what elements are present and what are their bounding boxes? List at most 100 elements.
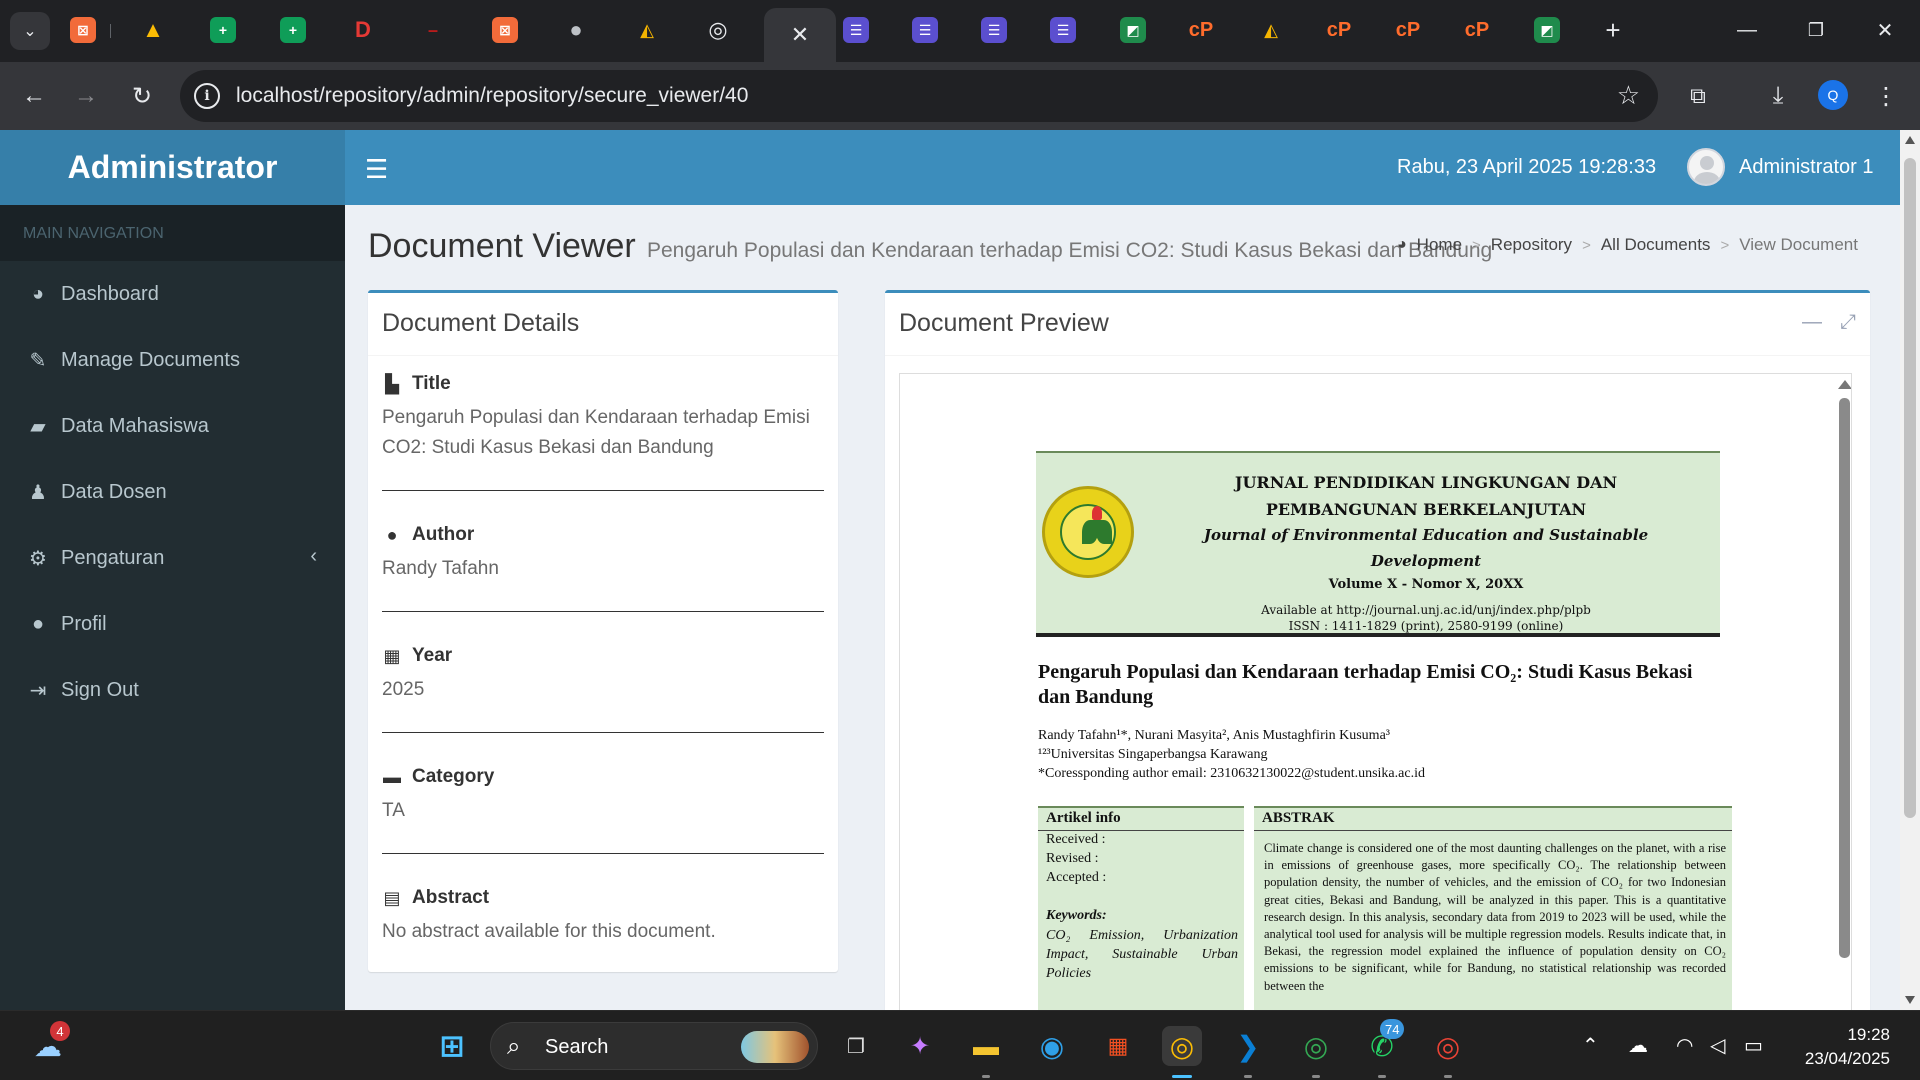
new-tab-plus-icon[interactable]: + [1600,15,1626,45]
sidebar-item-manage-documents[interactable]: ✎ Manage Documents [0,327,345,393]
divider [382,611,824,612]
site-info-icon[interactable]: i [194,83,220,109]
file-explorer-icon[interactable]: ▬ [966,1026,1006,1066]
microsoft-store-icon[interactable]: ▦ [1098,1026,1138,1066]
tab-favicon-line[interactable]: – [420,17,446,43]
cloud-sync-icon[interactable]: ☁ [1628,1033,1648,1058]
download-icon[interactable]: ⤓ [1760,78,1796,114]
sidebar-item-sign-out[interactable]: ⇥ Sign Out [0,657,345,723]
journal-logo [1042,486,1134,578]
sidebar-item-pengaturan[interactable]: ⚙ Pengaturan ‹ [0,525,345,591]
tab-favicon-globe[interactable]: ● [563,17,589,43]
user-menu-name[interactable]: Administrator 1 [1739,156,1874,179]
copilot-icon[interactable]: ✦ [900,1026,940,1066]
forward-arrow-icon[interactable]: → [68,78,104,114]
windows-start-icon[interactable]: ⊞ [432,1026,472,1066]
sidebar-item-dashboard[interactable]: ◕ Dashboard [0,261,345,327]
tab-divider [110,24,111,38]
wifi-icon[interactable]: ◠ [1676,1033,1693,1058]
divider [1254,830,1732,831]
close-window-icon[interactable]: ✕ [1862,12,1908,48]
received-label: Received : [1046,832,1106,847]
detail-value: No abstract available for this document. [382,921,716,942]
sidebar-item-profil[interactable]: ● Profil [0,591,345,657]
battery-icon[interactable]: ▭ [1744,1033,1763,1058]
box-tools: — ⤢ [1802,311,1856,334]
back-arrow-icon[interactable]: ← [16,78,52,114]
tab-favicon-cpanel[interactable]: cP [1188,17,1214,43]
detail-label: Abstract [412,887,490,908]
tab-favicon-xampp[interactable]: ⊠ [492,17,518,43]
sidebar-item-data-dosen[interactable]: ♟ Data Dosen [0,459,345,525]
sidebar-toggle-hamburger-icon[interactable]: ☰ [365,154,388,185]
tab-favicon-sheets[interactable]: + [280,17,306,43]
cogs-icon: ⚙ [29,547,47,570]
scrollbar-thumb[interactable] [1904,158,1916,818]
volume-icon[interactable]: ◁ [1710,1033,1725,1058]
breadcrumb-home[interactable]: Home [1417,235,1462,255]
journal-header: JURNAL PENDIDIKAN LINGKUNGAN DAN PEMBANG… [1036,451,1720,637]
kebab-menu-icon[interactable]: ⋮ [1868,78,1904,114]
book-icon: ▙ [385,373,399,394]
bookmark-star-icon[interactable]: ☆ [1617,80,1640,111]
active-tab[interactable]: ✕ [764,8,836,62]
tab-favicon-xampp[interactable]: ⊠ [70,17,96,43]
pdf-scrollbar[interactable] [1835,374,1851,1010]
tab-favicon-form[interactable]: ☰ [981,17,1007,43]
revised-label: Revised : [1046,851,1099,866]
tab-favicon-mountain[interactable]: ◭ [634,17,660,43]
tab-favicon-form[interactable]: ☰ [912,17,938,43]
task-view-icon[interactable]: ❐ [836,1026,876,1066]
chrome-profile-icon[interactable]: ◎ [1296,1026,1336,1066]
breadcrumb-separator: > [1720,236,1730,254]
detail-value: 2025 [382,679,425,700]
reload-icon[interactable]: ↻ [124,78,160,114]
chrome-profile-icon[interactable]: ◎ [1428,1026,1468,1066]
tab-favicon-translate[interactable]: ◩ [1534,17,1560,43]
detail-label-row: ▦ Year [382,645,824,667]
tab-favicon-drive[interactable]: ▲ [140,17,166,43]
close-tab-icon[interactable]: ✕ [791,22,809,48]
tab-favicon-d[interactable]: D [350,17,376,43]
user-avatar[interactable] [1687,148,1725,186]
running-indicator [1312,1075,1320,1078]
tab-favicon-form[interactable]: ☰ [1050,17,1076,43]
tab-search-button[interactable]: ⌄ [10,12,50,50]
chevron-up-icon[interactable]: ⌃ [1582,1033,1599,1058]
system-clock[interactable]: 19:28 23/04/2025 [1805,1023,1890,1071]
scroll-up-arrow-icon[interactable] [1905,136,1915,144]
tab-favicon-cpanel[interactable]: cP [1326,17,1352,43]
edge-browser-icon[interactable]: ◉ [1032,1026,1072,1066]
tab-favicon-chrome[interactable]: ◎ [705,17,731,43]
breadcrumb-all-documents[interactable]: All Documents [1601,235,1711,255]
accepted-label: Accepted : [1046,870,1107,885]
current-datetime: Rabu, 23 April 2025 19:28:33 [1397,156,1657,178]
scrollbar-thumb[interactable] [1839,398,1850,958]
pdf-viewer[interactable]: JURNAL PENDIDIKAN LINGKUNGAN DAN PEMBANG… [899,373,1852,1010]
restore-window-icon[interactable]: ❐ [1793,12,1839,48]
profile-avatar[interactable]: Q [1818,80,1848,110]
web-page: Administrator ☰ Rabu, 23 April 2025 19:2… [0,130,1900,1010]
tab-favicon-mountain[interactable]: ◭ [1258,17,1284,43]
sidebar-item-data-mahasiswa[interactable]: ▰ Data Mahasiswa [0,393,345,459]
breadcrumb-repository[interactable]: Repository [1491,235,1572,255]
taskbar-search-box[interactable]: ⌕ Search [490,1022,818,1070]
scroll-up-arrow-icon[interactable] [1838,380,1851,389]
tab-favicon-translate[interactable]: ◩ [1120,17,1146,43]
scroll-down-arrow-icon[interactable] [1905,996,1915,1004]
address-bar[interactable]: i localhost/repository/admin/repository/… [180,70,1658,122]
chrome-icon[interactable]: ◎ [1162,1026,1202,1066]
running-indicator [1378,1075,1386,1078]
minimize-window-icon[interactable]: — [1724,12,1770,48]
collapse-minus-icon[interactable]: — [1802,311,1822,334]
tab-favicon-form[interactable]: ☰ [843,17,869,43]
tab-favicon-cpanel[interactable]: cP [1395,17,1421,43]
tab-favicon-cpanel[interactable]: cP [1464,17,1490,43]
vscode-icon[interactable]: ❯ [1228,1026,1268,1066]
expand-icon[interactable]: ⤢ [1840,311,1856,334]
page-scrollbar[interactable] [1900,130,1920,1010]
extensions-puzzle-icon[interactable]: ⧉ [1680,78,1716,114]
tab-favicon-sheets[interactable]: + [210,17,236,43]
url-text[interactable]: localhost/repository/admin/repository/se… [236,84,748,108]
app-brand-logo[interactable]: Administrator [0,130,345,205]
